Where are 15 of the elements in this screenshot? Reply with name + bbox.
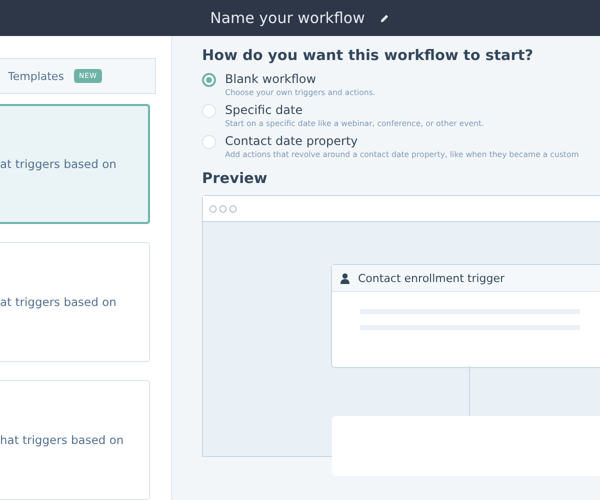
tab[interactable]: Templates [8,70,64,82]
window-dots-icon [209,204,239,212]
preview-heading: Preview [202,171,268,187]
start-heading: How do you want this workflow to start? [202,48,534,64]
template-card[interactable]: at triggers based on [0,242,150,362]
person-icon [340,272,350,284]
pencil-icon[interactable] [378,12,390,24]
workflow-name: Name your workflow [210,9,365,27]
option-label: Contact date property [225,134,359,148]
trigger-title: Contact enrollment trigger [358,272,505,284]
radio-button[interactable] [202,73,216,87]
option-label: Specific date [225,103,304,117]
template-card[interactable]: at triggers based on [0,104,150,224]
option-label: Blank workflow [225,72,318,86]
template-card[interactable]: hat triggers based on [0,380,150,500]
